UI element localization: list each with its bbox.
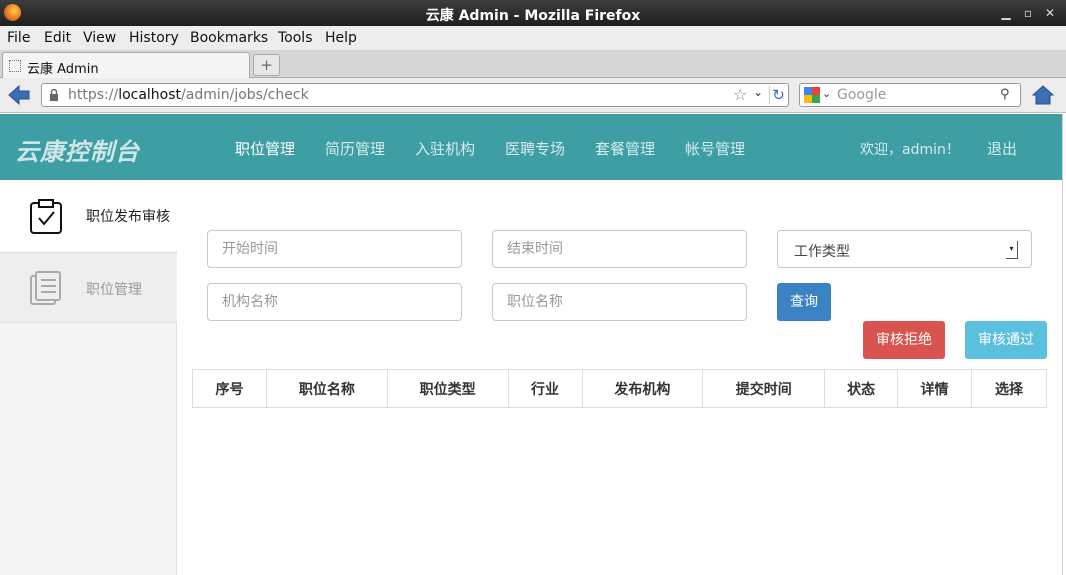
url-text[interactable]: https://localhost/admin/jobs/check bbox=[68, 87, 309, 103]
page-favicon-icon bbox=[9, 60, 21, 72]
column-header-industry: 行业 bbox=[507, 369, 583, 408]
brand-logo[interactable]: 云康控制台 bbox=[15, 132, 140, 167]
welcome-text: 欢迎，admin！ bbox=[860, 142, 960, 158]
window-title: 云康 Admin - Mozilla Firefox bbox=[425, 8, 641, 24]
reject-button[interactable]: 审核拒绝 bbox=[863, 321, 945, 359]
nav-package-management[interactable]: 套餐管理 bbox=[595, 138, 655, 159]
maximize-icon[interactable]: ▫ bbox=[1020, 5, 1036, 21]
job-type-value: 工作类型 bbox=[794, 244, 850, 260]
table-header-row: 序号 职位名称 职位类型 行业 发布机构 提交时间 状态 详情 选择 bbox=[192, 369, 1047, 408]
clipboard-check-icon bbox=[30, 199, 62, 234]
plus-icon: + bbox=[260, 56, 273, 74]
job-name-input[interactable] bbox=[493, 284, 746, 320]
tab-label: 云康 Admin bbox=[27, 62, 99, 77]
start-time-field[interactable] bbox=[207, 230, 462, 268]
column-header-details: 详情 bbox=[897, 369, 972, 408]
logout-link[interactable]: 退出 bbox=[987, 138, 1017, 159]
menu-file[interactable]: File bbox=[7, 30, 30, 46]
menu-help[interactable]: Help bbox=[325, 30, 357, 46]
nav-account-management[interactable]: 帐号管理 bbox=[685, 138, 745, 159]
new-tab-button[interactable]: + bbox=[253, 54, 280, 76]
menu-bar: File Edit View History Bookmarks Tools H… bbox=[0, 26, 1066, 50]
document-list-icon bbox=[30, 271, 61, 305]
query-button[interactable]: 查询 bbox=[777, 283, 831, 321]
sidebar-item-job-management[interactable]: 职位管理 bbox=[0, 252, 177, 323]
column-header-job-name: 职位名称 bbox=[265, 369, 388, 408]
approve-button[interactable]: 审核通过 bbox=[965, 321, 1047, 359]
menu-bookmarks[interactable]: Bookmarks bbox=[190, 30, 268, 46]
jobs-table: 序号 职位名称 职位类型 行业 发布机构 提交时间 状态 详情 选择 bbox=[192, 369, 1047, 408]
nav-resume-management[interactable]: 简历管理 bbox=[325, 138, 385, 159]
nav-institutions[interactable]: 入驻机构 bbox=[415, 138, 475, 159]
bookmark-star-icon[interactable]: ☆ bbox=[733, 85, 747, 104]
menu-tools[interactable]: Tools bbox=[278, 30, 313, 46]
org-name-input[interactable] bbox=[208, 284, 461, 320]
history-dropdown-icon[interactable]: ⌄ bbox=[753, 85, 763, 99]
column-header-status: 状态 bbox=[824, 369, 899, 408]
job-name-field[interactable] bbox=[492, 283, 747, 321]
window-titlebar: 云康 Admin - Mozilla Firefox ▁ ▫ ✕ bbox=[0, 0, 1066, 26]
browser-tab[interactable]: 云康 Admin bbox=[2, 52, 250, 78]
minimize-icon[interactable]: ▁ bbox=[998, 5, 1014, 21]
end-time-input[interactable] bbox=[493, 231, 746, 267]
tab-strip: 云康 Admin + bbox=[0, 50, 1066, 78]
close-icon[interactable]: ✕ bbox=[1042, 5, 1058, 21]
google-icon[interactable] bbox=[804, 87, 820, 103]
nav-medical-hiring[interactable]: 医聘专场 bbox=[505, 138, 565, 159]
url-bar[interactable]: https://localhost/admin/jobs/check ☆ ⌄ ↻ bbox=[41, 83, 789, 107]
sidebar-item-label: 职位管理 bbox=[86, 282, 142, 298]
home-icon[interactable] bbox=[1032, 85, 1054, 105]
start-time-input[interactable] bbox=[208, 231, 461, 267]
column-header-publisher: 发布机构 bbox=[581, 369, 704, 408]
navigation-bar: https://localhost/admin/jobs/check ☆ ⌄ ↻… bbox=[0, 78, 1066, 113]
menu-history[interactable]: History bbox=[129, 30, 179, 46]
org-name-field[interactable] bbox=[207, 283, 462, 321]
end-time-field[interactable] bbox=[492, 230, 747, 268]
app-header: 云康控制台 职位管理 简历管理 入驻机构 医聘专场 套餐管理 帐号管理 欢迎，a… bbox=[0, 114, 1062, 180]
search-bar[interactable]: ⌄ Google ⚲ bbox=[799, 83, 1021, 107]
column-header-select: 选择 bbox=[971, 369, 1047, 408]
sidebar-item-label: 职位发布审核 bbox=[86, 209, 170, 225]
job-type-select[interactable]: 工作类型 ▾ bbox=[777, 230, 1032, 268]
column-header-index: 序号 bbox=[192, 369, 267, 408]
menu-view[interactable]: View bbox=[83, 30, 116, 46]
menu-edit[interactable]: Edit bbox=[44, 30, 71, 46]
search-engine-dropdown-icon[interactable]: ⌄ bbox=[822, 87, 831, 100]
sidebar-item-job-review[interactable]: 职位发布审核 bbox=[0, 180, 177, 251]
column-header-job-type: 职位类型 bbox=[386, 369, 509, 408]
column-header-submit-time: 提交时间 bbox=[702, 369, 826, 408]
reload-icon[interactable]: ↻ bbox=[769, 86, 787, 104]
sidebar: 职位发布审核 职位管理 bbox=[0, 180, 177, 575]
dropdown-arrow-icon[interactable]: ▾ bbox=[1006, 241, 1018, 259]
scrollbar-edge bbox=[1062, 114, 1066, 575]
search-input[interactable]: Google bbox=[837, 87, 886, 103]
back-arrow-icon[interactable] bbox=[8, 85, 30, 105]
lock-icon bbox=[50, 89, 58, 101]
binoculars-icon[interactable]: ⚲ bbox=[1000, 87, 1010, 102]
nav-job-management[interactable]: 职位管理 bbox=[235, 138, 295, 159]
